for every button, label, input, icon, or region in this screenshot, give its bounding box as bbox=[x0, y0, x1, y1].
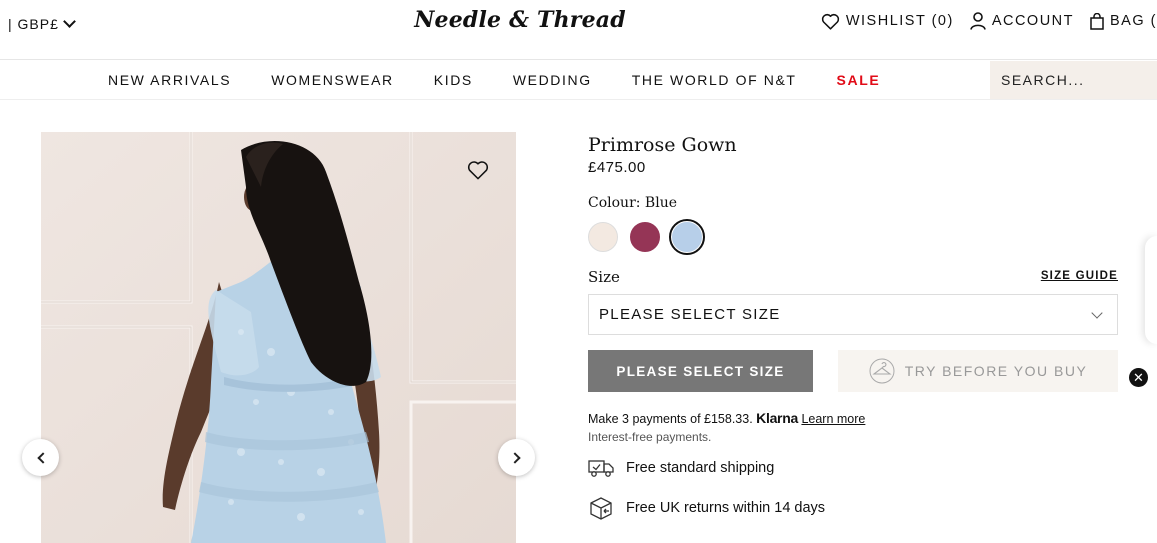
bag-icon bbox=[1090, 12, 1104, 30]
klarna-logo: Klarna bbox=[756, 410, 798, 426]
perk-shipping: Free standard shipping bbox=[588, 458, 774, 478]
account-link[interactable]: ACCOUNT bbox=[970, 12, 1074, 30]
wishlist-label: WISHLIST (0) bbox=[845, 13, 954, 29]
product-price: £475.00 bbox=[588, 159, 646, 176]
return-box-icon bbox=[590, 497, 612, 520]
search-input[interactable]: SEARCH... bbox=[990, 61, 1157, 99]
klarna-subtext: Interest-free payments. bbox=[588, 430, 712, 444]
perk-returns-label: Free UK returns within 14 days bbox=[626, 500, 826, 516]
gallery-prev-button[interactable] bbox=[22, 439, 59, 476]
colour-label: Colour: Blue bbox=[588, 195, 677, 211]
side-feedback-widget[interactable] bbox=[1145, 236, 1157, 344]
product-title: Primrose Gown bbox=[588, 134, 737, 156]
chevron-down-icon bbox=[1091, 307, 1103, 319]
nav-womenswear[interactable]: WOMENSWEAR bbox=[271, 72, 394, 88]
nav-wedding[interactable]: WEDDING bbox=[513, 72, 592, 88]
product-image bbox=[41, 132, 516, 543]
nav-kids[interactable]: KIDS bbox=[434, 72, 473, 88]
bag-label: BAG ( bbox=[1110, 13, 1157, 29]
hanger-icon bbox=[869, 358, 895, 384]
nav-world-of-nt[interactable]: THE WORLD OF N&T bbox=[632, 72, 797, 88]
perk-shipping-label: Free standard shipping bbox=[626, 460, 775, 476]
chevron-left-icon bbox=[36, 451, 49, 464]
main-navigation: NEW ARRIVALS WOMENSWEAR KIDS WEDDING THE… bbox=[0, 61, 1157, 100]
size-guide-link[interactable]: SIZE GUIDE bbox=[1041, 270, 1118, 282]
klarna-message: Make 3 payments of £158.33. Klarna Learn… bbox=[588, 410, 865, 426]
swatch-berry[interactable] bbox=[630, 222, 660, 252]
heart-icon bbox=[821, 13, 839, 30]
nav-sale[interactable]: SALE bbox=[837, 72, 881, 88]
user-icon bbox=[970, 12, 986, 30]
close-icon[interactable]: ✕ bbox=[1129, 368, 1148, 387]
add-to-bag-button[interactable]: PLEASE SELECT SIZE bbox=[588, 350, 813, 392]
wishlist-link[interactable]: WISHLIST (0) bbox=[821, 13, 954, 30]
account-label: ACCOUNT bbox=[991, 13, 1075, 29]
size-label: Size bbox=[588, 268, 620, 286]
try-before-you-buy-label: TRY BEFORE YOU BUY bbox=[904, 363, 1088, 379]
size-select[interactable]: PLEASE SELECT SIZE bbox=[588, 294, 1118, 335]
colour-swatches bbox=[588, 219, 705, 255]
gallery-next-button[interactable] bbox=[498, 439, 535, 476]
klarna-learn-more-link[interactable]: Learn more bbox=[801, 412, 865, 426]
chevron-right-icon bbox=[508, 451, 521, 464]
size-select-value: PLEASE SELECT SIZE bbox=[599, 306, 781, 323]
heart-icon[interactable] bbox=[467, 160, 489, 180]
bag-link[interactable]: BAG ( bbox=[1090, 12, 1157, 30]
account-links: WISHLIST (0) ACCOUNT BAG ( bbox=[821, 12, 1157, 30]
nav-new-arrivals[interactable]: NEW ARRIVALS bbox=[108, 72, 231, 88]
try-before-you-buy-button[interactable]: TRY BEFORE YOU BUY bbox=[838, 350, 1118, 392]
perk-returns: Free UK returns within 14 days bbox=[588, 496, 825, 520]
swatch-blue[interactable] bbox=[669, 219, 705, 255]
delivery-truck-icon bbox=[588, 460, 614, 477]
product-photo bbox=[41, 132, 516, 543]
klarna-text: Make 3 payments of £158.33. bbox=[588, 412, 753, 426]
swatch-cream[interactable] bbox=[588, 222, 618, 252]
top-header: | GBP£ Needle & Thread WISHLIST (0) ACCO… bbox=[0, 0, 1157, 60]
